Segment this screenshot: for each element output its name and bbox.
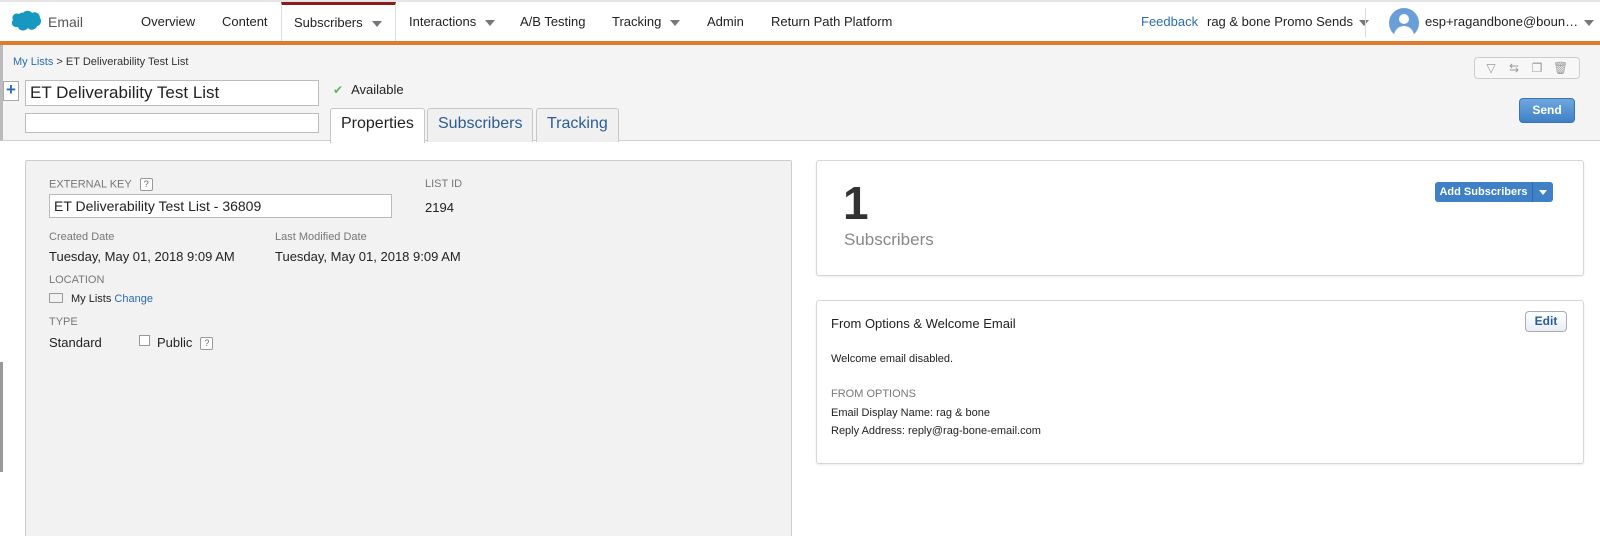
send-button[interactable]: Send: [1519, 98, 1575, 123]
edit-button[interactable]: Edit: [1525, 311, 1567, 332]
account-name: rag & bone Promo Sends: [1207, 14, 1353, 29]
nav-interactions-label: Interactions: [409, 14, 477, 29]
move-icon[interactable]: ⇆: [1507, 61, 1521, 75]
subscriber-count: 1: [843, 177, 869, 229]
subscribers-card: [816, 160, 1584, 276]
add-subscribers-button[interactable]: Add Subscribers: [1435, 182, 1553, 202]
from-options-title: From Options & Welcome Email: [831, 316, 1016, 331]
type-value: Standard: [49, 335, 102, 350]
external-key-input[interactable]: [49, 194, 392, 218]
nav-divider: [1365, 8, 1366, 38]
nav-tracking-label: Tracking: [612, 14, 662, 29]
chevron-down-icon: [670, 19, 681, 26]
nav-return-path[interactable]: Return Path Platform: [771, 2, 892, 43]
list-name-input[interactable]: [25, 80, 319, 106]
nav-tracking[interactable]: Tracking: [612, 2, 681, 43]
chevron-down-icon[interactable]: [1539, 190, 1547, 195]
nav-overview[interactable]: Overview: [141, 2, 195, 43]
public-checkbox[interactable]: [139, 335, 150, 346]
user-menu[interactable]: esp+ragandbone@boun…: [1425, 2, 1595, 43]
list-status: ✔ Available: [333, 82, 404, 97]
created-date-label: Created Date: [49, 231, 115, 243]
folder-icon: [49, 293, 63, 304]
nav-interactions[interactable]: Interactions: [409, 2, 496, 43]
breadcrumb-current: ET Deliverability Test List: [65, 56, 189, 68]
location-value: My Lists Change: [49, 293, 153, 305]
public-label: Public?: [157, 335, 214, 351]
trash-icon[interactable]: 🗑: [1553, 61, 1568, 75]
external-key-label: EXTERNAL KEY?: [49, 178, 153, 191]
copy-icon[interactable]: ❐: [1530, 61, 1544, 75]
list-description-input[interactable]: [25, 113, 319, 133]
list-toolbar: ▽ ⇆ ❐ 🗑: [1474, 57, 1580, 79]
modified-date-value: Tuesday, May 01, 2018 9:09 AM: [275, 249, 461, 264]
list-id-value: 2194: [425, 200, 454, 215]
tab-properties[interactable]: Properties: [330, 108, 425, 143]
nav-ab-testing[interactable]: A/B Testing: [520, 2, 586, 43]
tab-tracking[interactable]: Tracking: [536, 108, 619, 142]
user-email: esp+ragandbone@boun…: [1425, 14, 1579, 29]
list-id-label: LIST ID: [425, 178, 463, 190]
help-icon[interactable]: ?: [139, 178, 153, 191]
app-name: Email: [48, 14, 84, 30]
nav-subscribers-label: Subscribers: [294, 15, 363, 30]
feedback-link[interactable]: Feedback: [1141, 2, 1198, 43]
breadcrumb: My Lists > ET Deliverability Test List: [13, 56, 188, 68]
email-display-name: Email Display Name: rag & bone: [831, 407, 990, 419]
nav-content[interactable]: Content: [222, 2, 268, 43]
add-subscribers-label: Add Subscribers: [1435, 182, 1533, 202]
nav-subscribers[interactable]: Subscribers: [281, 2, 396, 43]
filter-icon[interactable]: ▽: [1484, 61, 1498, 75]
chevron-down-icon: [371, 20, 382, 27]
salesforce-cloud-icon[interactable]: [10, 10, 42, 33]
location-label: LOCATION: [49, 274, 105, 286]
account-switcher[interactable]: rag & bone Promo Sends: [1207, 2, 1369, 43]
created-date-value: Tuesday, May 01, 2018 9:09 AM: [49, 249, 235, 264]
breadcrumb-my-lists[interactable]: My Lists: [13, 56, 53, 68]
user-avatar-icon[interactable]: [1389, 8, 1419, 38]
subscriber-count-label: Subscribers: [844, 230, 934, 249]
modified-date-label: Last Modified Date: [275, 231, 367, 243]
plus-icon[interactable]: +: [3, 81, 19, 101]
top-nav: Email Overview Content Subscribers Inter…: [0, 0, 1600, 43]
location-name: My Lists: [71, 293, 112, 305]
nav-admin[interactable]: Admin: [707, 2, 744, 43]
change-location-link[interactable]: Change: [114, 293, 153, 305]
from-options-label: FROM OPTIONS: [831, 388, 916, 400]
side-panel-handle[interactable]: [0, 362, 3, 472]
check-icon: ✔: [333, 83, 344, 97]
breadcrumb-separator: >: [56, 56, 63, 68]
welcome-email-status: Welcome email disabled.: [831, 353, 954, 365]
status-label: Available: [351, 82, 404, 97]
chevron-down-icon: [485, 19, 496, 26]
tab-subscribers[interactable]: Subscribers: [427, 108, 534, 142]
type-label: TYPE: [49, 316, 78, 328]
chevron-down-icon: [1584, 19, 1595, 26]
help-icon[interactable]: ?: [200, 337, 214, 351]
reply-address: Reply Address: reply@rag-bone-email.com: [831, 425, 1041, 437]
chevron-down-icon: [1358, 19, 1369, 26]
